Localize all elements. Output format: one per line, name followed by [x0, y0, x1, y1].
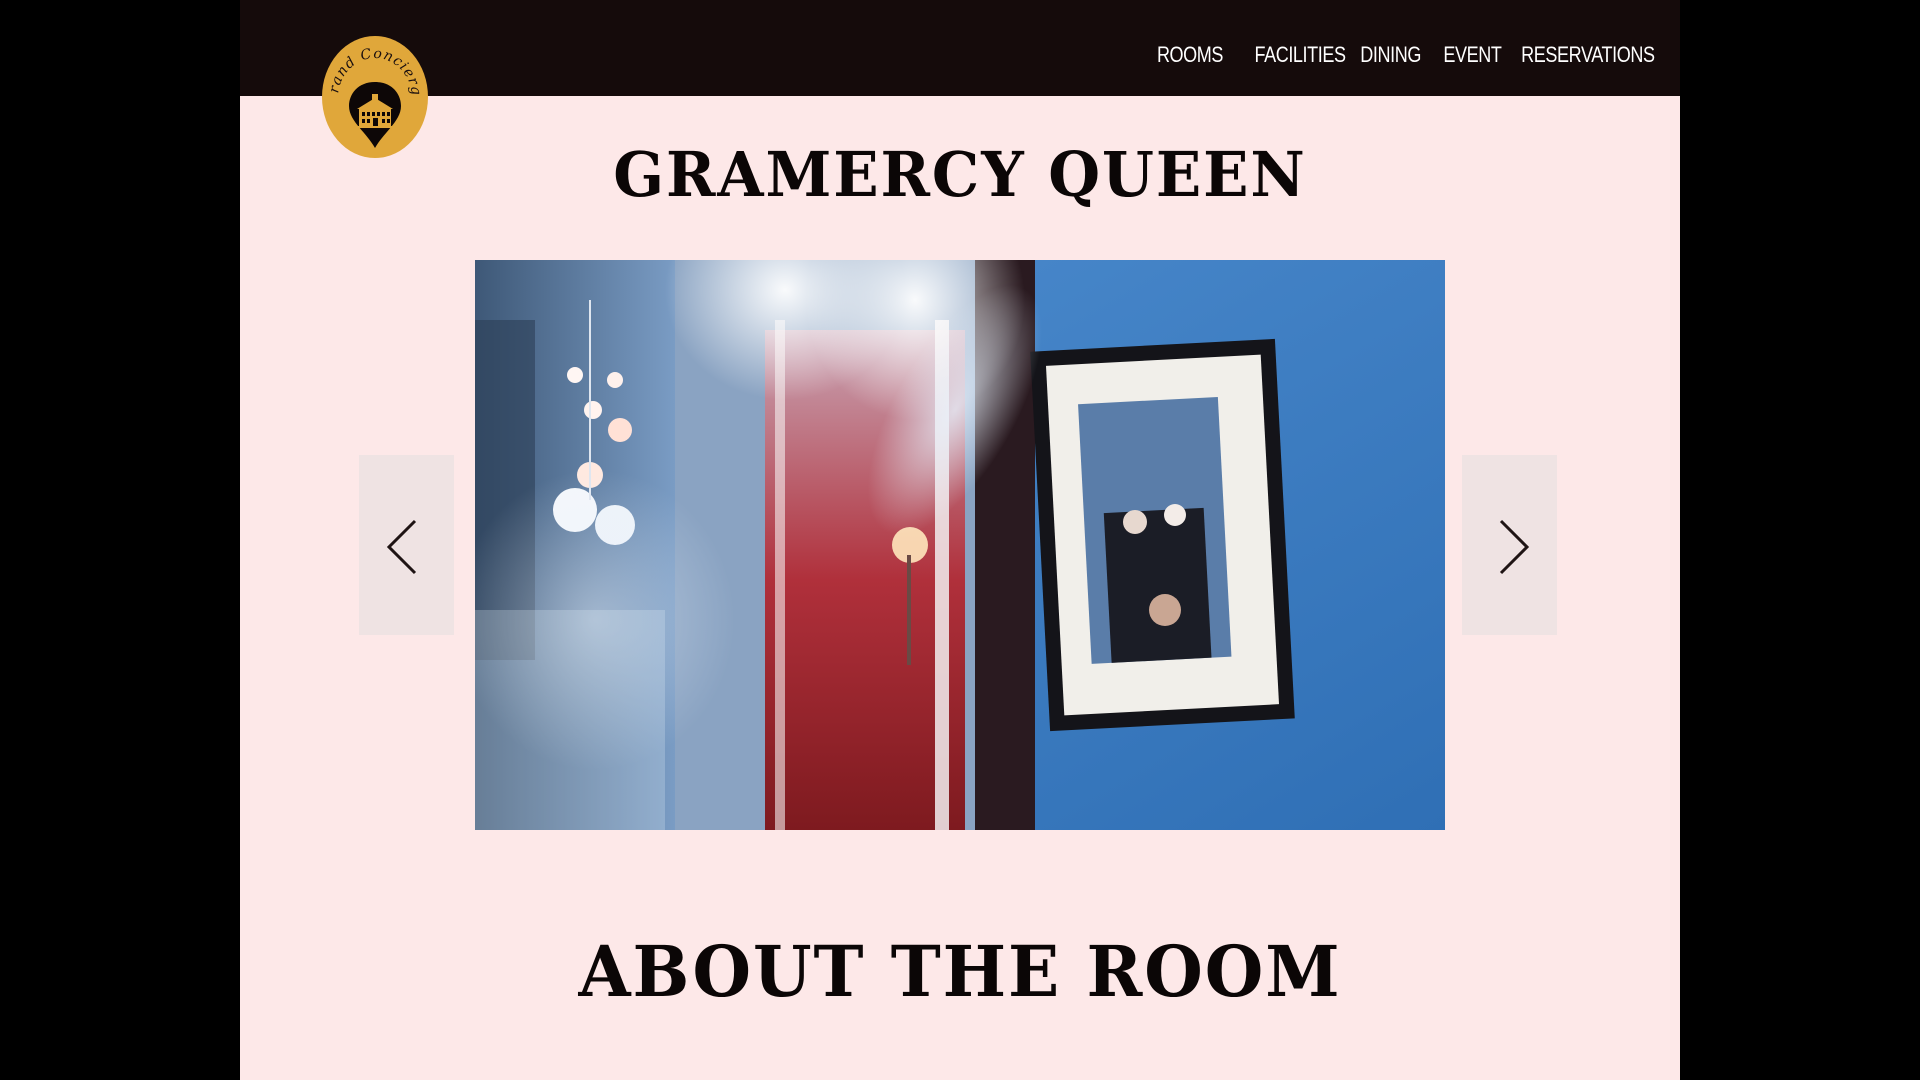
nav-link-facilities[interactable]: FACILITIES — [1254, 42, 1346, 68]
nav-link-rooms[interactable]: ROOMS — [1156, 42, 1225, 68]
main-nav: ROOMS FACILITIES DINING EVENT RESERVATIO… — [1148, 40, 1655, 70]
room-photo — [475, 260, 1445, 830]
room-title: GRAMERCY QUEEN — [613, 138, 1307, 211]
nav-link-event[interactable]: EVENT — [1443, 42, 1502, 68]
page: ROOMS FACILITIES DINING EVENT RESERVATIO… — [240, 0, 1680, 1080]
about-room-heading: ABOUT THE ROOM — [578, 930, 1342, 1013]
chevron-left-icon — [386, 519, 417, 575]
carousel-next-button[interactable] — [1462, 455, 1557, 635]
nav-link-reservations[interactable]: RESERVATIONS — [1521, 42, 1655, 68]
top-nav-bar: ROOMS FACILITIES DINING EVENT RESERVATIO… — [240, 0, 1680, 96]
chevron-right-icon — [1499, 519, 1530, 575]
nav-link-dining[interactable]: DINING — [1360, 42, 1421, 68]
carousel-prev-button[interactable] — [359, 455, 454, 635]
